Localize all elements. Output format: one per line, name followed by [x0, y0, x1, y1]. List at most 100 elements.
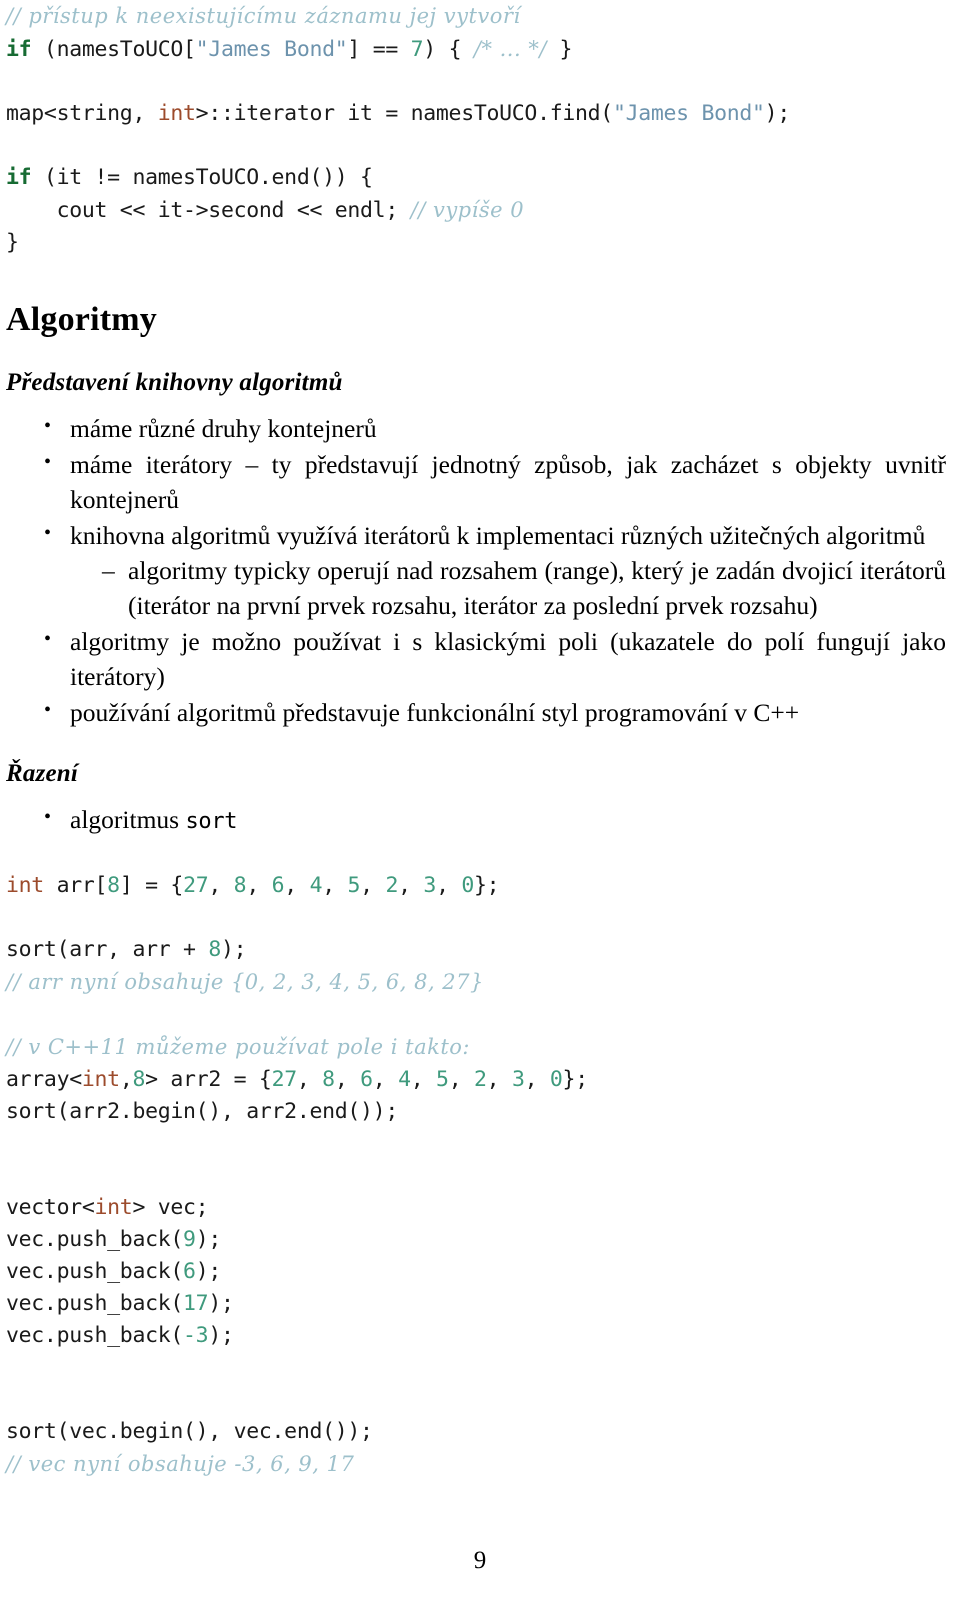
code-token-plain: > arr2 = { [145, 1067, 272, 1092]
subsection-heading-intro: Představení knihovny algoritmů [6, 369, 343, 396]
code-token-plain: }; [562, 1067, 589, 1092]
code-token-plain: array< [6, 1067, 82, 1092]
code-token-plain: }; [474, 873, 500, 898]
code-token-num: 8 [132, 1067, 146, 1092]
code-token-plain: sort(vec.begin(), vec.end()); [6, 1419, 373, 1444]
code-line: int arr[8] = {27, 8, 6, 4, 5, 2, 3, 0}; [6, 870, 946, 902]
code-token-num: 2 [385, 873, 399, 898]
code-token-plain: , [410, 1067, 437, 1092]
code-token-plain: ); [208, 1323, 234, 1348]
code-line: vector<int> vec; [6, 1192, 946, 1224]
code-line: array<int,8> arr2 = {27, 8, 6, 4, 5, 2, … [6, 1064, 946, 1096]
code-token-plain: arr[ [43, 873, 108, 898]
code-token-plain: } [546, 37, 573, 62]
code-token-typ: int [94, 1195, 133, 1220]
code-token-plain: map<string, [6, 101, 158, 126]
code-token-plain: } [6, 230, 19, 255]
code-token-plain: , [372, 1067, 399, 1092]
code-token-plain: , [436, 873, 462, 898]
code-token-plain: sort(arr2.begin(), arr2.end()); [6, 1099, 398, 1124]
code-token-num: 3 [511, 1067, 525, 1092]
code-token-plain: , [360, 873, 386, 898]
code-token-num: 7 [410, 37, 424, 62]
code-line: map<string, int>::iterator it = namesToU… [6, 98, 946, 130]
code-token-plain: , [208, 873, 234, 898]
page-number: 9 [473, 1547, 487, 1574]
code-line: vec.push_back(6); [6, 1256, 946, 1288]
code-token-plain: vec.push_back( [6, 1291, 184, 1316]
code-token-plain: >::iterator it = namesToUCO.find( [195, 101, 614, 126]
list-item-label: používání algoritmů představuje funkcion… [70, 698, 800, 727]
code-line: // přístup k neexistujícímu záznamu jej … [6, 0, 946, 33]
code-line: sort(arr, arr + 8); [6, 934, 946, 966]
code-token-plain: , [284, 873, 310, 898]
code-token-plain: , [524, 1067, 550, 1092]
code-token-plain: ); [195, 1227, 222, 1252]
code-token-cmt: /* ... */ [473, 37, 547, 61]
code-token-num: 17 [183, 1291, 209, 1316]
code-token-cmt: // vec nyní obsahuje -3, 6, 9, 17 [6, 1452, 355, 1476]
code-token-plain: , [398, 873, 424, 898]
code-line: vec.push_back(17); [6, 1288, 946, 1320]
code-token-plain: vector< [6, 1195, 95, 1220]
code-token-plain: ) { [423, 37, 474, 62]
list-item: máme iterátory – ty představují jednotný… [44, 445, 946, 517]
code-line: sort(vec.begin(), vec.end()); [6, 1416, 946, 1448]
code-token-plain: cout << it->second << endl; [6, 198, 411, 223]
code-line: // v C++11 můžeme používat pole i takto: [6, 1031, 946, 1064]
code-token-plain: sort(arr, arr + [6, 937, 209, 962]
code-token-plain: , [322, 873, 348, 898]
code-token-num: 5 [347, 873, 361, 898]
code-line: if (namesToUCO["James Bond"] == 7) { /* … [6, 33, 946, 66]
code-token-num: 9 [183, 1227, 196, 1252]
code-token-cmt: // arr nyní obsahuje {0, 2, 3, 4, 5, 6, … [6, 970, 484, 994]
code-block-sort-examples: int arr[ 8 ] = { 27, 8, 6, 4, 5, 2, 3, 0}; s… [6, 870, 946, 1481]
code-token-cmt: // vypíše 0 [410, 198, 525, 222]
code-token-plain: vec.push_back( [6, 1259, 184, 1284]
code-token-plain: , [448, 1067, 474, 1092]
code-token-typ: int [6, 873, 44, 898]
code-token-num: -3 [183, 1323, 209, 1348]
list-item-label: máme různé druhy kontejnerů [70, 414, 377, 443]
code-token-plain: > vec; [132, 1195, 209, 1220]
code-token-cmt: // v C++11 můžeme používat pole i takto: [6, 1035, 470, 1059]
subsection-heading-sorting: Řazení [6, 760, 79, 787]
code-token-plain: , [486, 1067, 512, 1092]
inline-code: sort [185, 809, 238, 834]
code-token-num: 5 [436, 1067, 449, 1092]
code-token-num: 6 [183, 1259, 196, 1284]
code-line: } [6, 227, 946, 259]
code-token-plain: ); [764, 101, 791, 126]
code-token-typ: int [157, 101, 196, 126]
code-token-num: 0 [549, 1067, 563, 1092]
code-token-plain: ); [208, 1291, 234, 1316]
nested-list-item: algoritmy typicky operují nad rozsahem (… [102, 553, 946, 623]
code-token-num: 6 [360, 1067, 373, 1092]
code-token-plain: vec.push_back( [6, 1227, 184, 1252]
code-token-num: 27 [271, 1067, 298, 1092]
code-token-num: 4 [309, 873, 323, 898]
code-token-plain: ] == [347, 37, 411, 62]
code-line: if (it != namesToUCO.end()) { [6, 162, 946, 194]
code-token-kw: if [6, 37, 32, 62]
code-token-num: 0 [461, 873, 475, 898]
list-item: používání algoritmů představuje funkcion… [44, 693, 946, 730]
code-token-plain: , [296, 1067, 323, 1092]
code-token-cmt: // přístup k neexistujícímu záznamu jej … [6, 4, 521, 28]
bullet-list-sorting: algoritmus sort [6, 800, 946, 839]
code-token-num: 2 [473, 1067, 487, 1092]
code-line: vec.push_back(-3); [6, 1320, 946, 1352]
document-page: // přístup k neexistujícímu záznamu jej … [0, 0, 960, 1597]
code-token-str: "James Bond" [612, 101, 765, 126]
list-item-label: algoritmus [70, 805, 186, 834]
list-item: algoritmy je možno používat i s klasický… [44, 622, 946, 694]
list-item: máme různé druhy kontejnerů [44, 409, 946, 446]
code-line: // arr nyní obsahuje {0, 2, 3, 4, 5, 6, … [6, 966, 946, 999]
code-token-num: 8 [208, 937, 221, 962]
code-token-plain: ] = { [119, 873, 184, 898]
